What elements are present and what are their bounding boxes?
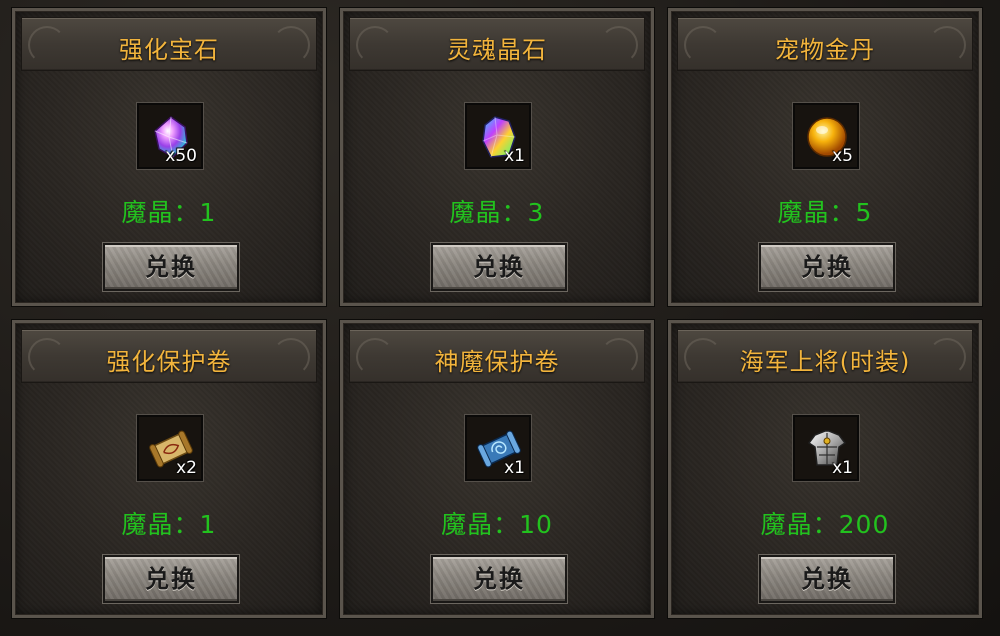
item-price: 魔晶：1 bbox=[121, 198, 217, 227]
exchange-button[interactable]: 兑换 bbox=[759, 555, 895, 603]
item-title: 强化保护卷 bbox=[106, 348, 232, 376]
exchange-button[interactable]: 兑换 bbox=[103, 555, 239, 603]
card-header: 宠物金丹 bbox=[677, 17, 973, 71]
item-title: 宠物金丹 bbox=[775, 36, 875, 64]
item-quantity: x2 bbox=[176, 458, 197, 478]
exchange-button[interactable]: 兑换 bbox=[759, 243, 895, 291]
item-price: 魔晶：10 bbox=[441, 510, 553, 539]
item-slot[interactable]: x1 bbox=[793, 415, 859, 481]
shop-item-card: 强化保护卷 x2 魔晶：1 兑换 bbox=[11, 319, 327, 619]
shop-item-card: 强化宝石 x50 魔晶：1 兑换 bbox=[11, 7, 327, 307]
item-slot[interactable]: x2 bbox=[137, 415, 203, 481]
item-price: 魔晶：3 bbox=[449, 198, 545, 227]
item-price: 魔晶：1 bbox=[121, 510, 217, 539]
item-quantity: x1 bbox=[832, 458, 853, 478]
exchange-button[interactable]: 兑换 bbox=[431, 555, 567, 603]
card-header: 海军上将(时装) bbox=[677, 329, 973, 383]
item-title: 神魔保护卷 bbox=[434, 348, 560, 376]
item-quantity: x1 bbox=[504, 458, 525, 478]
item-price: 魔晶：200 bbox=[760, 510, 890, 539]
shop-item-card: 灵魂晶石 x1 魔晶：3 兑换 bbox=[339, 7, 655, 307]
item-title: 强化宝石 bbox=[119, 36, 219, 64]
item-slot[interactable]: x50 bbox=[137, 103, 203, 169]
item-title: 灵魂晶石 bbox=[447, 36, 547, 64]
shop-item-card: 海军上将(时装) x1 魔晶：200 兑换 bbox=[667, 319, 983, 619]
item-quantity: x50 bbox=[165, 146, 197, 166]
exchange-shop: 强化宝石 x50 魔晶：1 兑换 灵魂晶石 x1 魔晶：3 兑换 宠物金丹 x5… bbox=[0, 0, 1000, 636]
item-quantity: x1 bbox=[504, 146, 525, 166]
card-header: 灵魂晶石 bbox=[349, 17, 645, 71]
shop-item-card: 神魔保护卷 x1 魔晶：10 兑换 bbox=[339, 319, 655, 619]
item-quantity: x5 bbox=[832, 146, 853, 166]
item-slot[interactable]: x1 bbox=[465, 103, 531, 169]
item-price: 魔晶：5 bbox=[777, 198, 873, 227]
card-header: 神魔保护卷 bbox=[349, 329, 645, 383]
card-header: 强化保护卷 bbox=[21, 329, 317, 383]
item-title: 海军上将(时装) bbox=[739, 348, 911, 376]
exchange-button[interactable]: 兑换 bbox=[103, 243, 239, 291]
item-slot[interactable]: x1 bbox=[465, 415, 531, 481]
exchange-button[interactable]: 兑换 bbox=[431, 243, 567, 291]
item-slot[interactable]: x5 bbox=[793, 103, 859, 169]
card-header: 强化宝石 bbox=[21, 17, 317, 71]
shop-item-card: 宠物金丹 x5 魔晶：5 兑换 bbox=[667, 7, 983, 307]
